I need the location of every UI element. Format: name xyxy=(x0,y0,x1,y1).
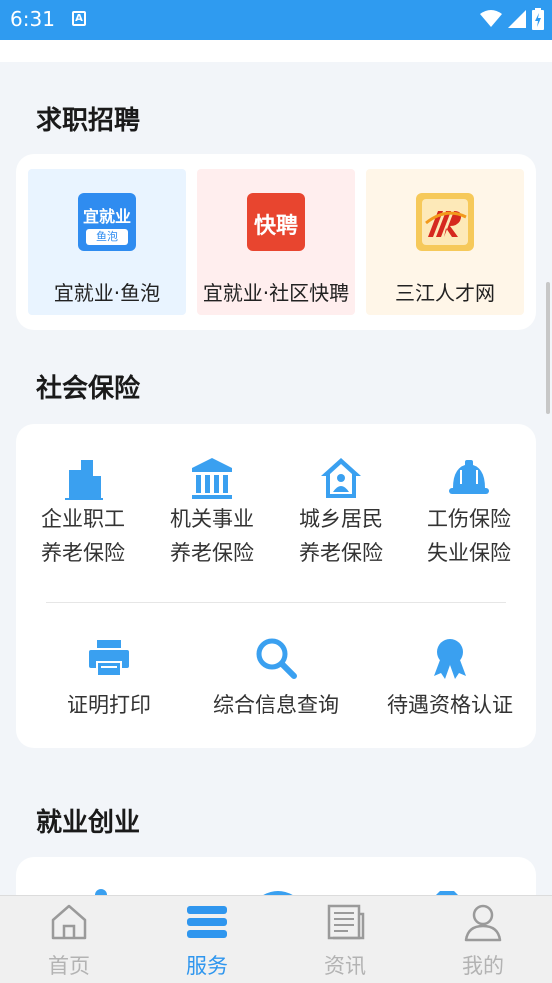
status-bar: 6:31 A xyxy=(0,0,552,40)
kuaipin-logo-text: 快聘 xyxy=(253,214,298,239)
institution-icon xyxy=(192,458,232,499)
tab-news[interactable]: 资讯 xyxy=(276,896,414,983)
service-label-line2: 养老保险 xyxy=(299,541,383,565)
service-institution-pension[interactable]: 机关事业 养老保险 xyxy=(153,424,271,594)
printer-icon xyxy=(89,640,129,677)
service-label-line2: 养老保险 xyxy=(41,541,125,565)
wifi-icon xyxy=(480,10,502,27)
tab-label: 首页 xyxy=(48,954,90,978)
scrollbar[interactable] xyxy=(546,282,550,414)
recruit-card: 宜就业 鱼泡 宜就业·鱼泡 快聘 宜就业·社区快聘 三江人才网 xyxy=(16,154,536,330)
section-title-recruit: 求职招聘 xyxy=(36,106,141,136)
recruit-label-yujiuye-yupao: 宜就业·鱼泡 xyxy=(53,281,161,305)
yupao-logo-sub: 鱼泡 xyxy=(86,229,128,245)
service-eligibility-auth[interactable]: 待遇资格认证 xyxy=(368,614,532,734)
service-info-query[interactable]: 综合信息查询 xyxy=(194,614,358,734)
service-label-line1: 机关事业 xyxy=(170,507,254,531)
stack-icon xyxy=(187,906,227,938)
news-icon xyxy=(327,904,365,940)
service-label-line2: 失业保险 xyxy=(427,541,511,565)
employment-icon-partial xyxy=(95,889,107,895)
signal-icon xyxy=(508,10,526,28)
recruit-label-sanjiang-talent: 三江人才网 xyxy=(395,281,495,305)
recruit-tile-yujiuye-yupao[interactable]: 宜就业 鱼泡 宜就业·鱼泡 xyxy=(28,169,186,315)
tab-services[interactable]: 服务 xyxy=(138,896,276,983)
service-label-line2: 养老保险 xyxy=(170,541,254,565)
tab-label: 资讯 xyxy=(324,954,366,978)
section-title-employment: 就业创业 xyxy=(36,808,141,838)
service-page-scroll[interactable]: 求职招聘 宜就业 鱼泡 宜就业·鱼泡 快聘 宜就业·社区快聘 三江人才网 社会保… xyxy=(0,62,552,895)
service-label: 综合信息查询 xyxy=(213,693,339,717)
service-label: 待遇资格认证 xyxy=(387,693,513,717)
recruit-tile-community-quick-hire[interactable]: 快聘 宜就业·社区快聘 xyxy=(197,169,355,315)
section-title-insurance: 社会保险 xyxy=(36,374,141,404)
bottom-tab-bar: 首页 服务 资讯 我的 xyxy=(0,895,552,983)
service-label-line1: 企业职工 xyxy=(41,507,125,531)
employment-icon-partial xyxy=(436,891,458,895)
recruit-label-community-quick-hire: 宜就业·社区快聘 xyxy=(202,281,350,305)
recruit-tile-sanjiang-talent[interactable]: 三江人才网 xyxy=(366,169,524,315)
tab-label: 服务 xyxy=(186,954,228,978)
insurance-card: 企业职工 养老保险 机关事业 养老保险 城乡居民 养老保险 工伤保险 失业保险 … xyxy=(16,424,536,748)
service-certificate-print[interactable]: 证明打印 xyxy=(34,614,184,734)
service-enterprise-pension[interactable]: 企业职工 养老保险 xyxy=(24,424,142,594)
yupao-logo-text: 宜就业 xyxy=(82,207,131,226)
search-icon xyxy=(256,638,297,679)
award-ribbon-icon xyxy=(434,639,466,679)
app-header xyxy=(0,40,552,62)
hardhat-icon xyxy=(449,460,489,494)
sanjiang-emblem-icon xyxy=(422,199,468,245)
tab-label: 我的 xyxy=(462,954,504,978)
sanjiang-logo-icon xyxy=(416,193,474,251)
employment-card xyxy=(16,857,536,895)
service-label-line1: 工伤保险 xyxy=(427,507,511,531)
house-person-icon xyxy=(321,458,361,498)
status-icons xyxy=(480,8,544,30)
employment-icon-partial xyxy=(263,891,293,895)
service-label-line1: 城乡居民 xyxy=(299,507,383,531)
service-resident-pension[interactable]: 城乡居民 养老保险 xyxy=(282,424,400,594)
buildings-icon xyxy=(65,460,103,500)
notification-a-icon: A xyxy=(72,11,86,26)
tab-me[interactable]: 我的 xyxy=(414,896,552,983)
insurance-divider xyxy=(46,602,506,603)
home-icon xyxy=(51,904,87,940)
yupao-logo-icon: 宜就业 鱼泡 xyxy=(78,193,136,251)
service-injury-unemployment[interactable]: 工伤保险 失业保险 xyxy=(410,424,528,594)
tab-home[interactable]: 首页 xyxy=(0,896,138,983)
service-label: 证明打印 xyxy=(67,693,151,717)
status-time: 6:31 xyxy=(10,7,55,31)
user-icon xyxy=(464,904,502,942)
battery-icon xyxy=(532,8,544,30)
kuaipin-logo-icon: 快聘 xyxy=(247,193,305,251)
